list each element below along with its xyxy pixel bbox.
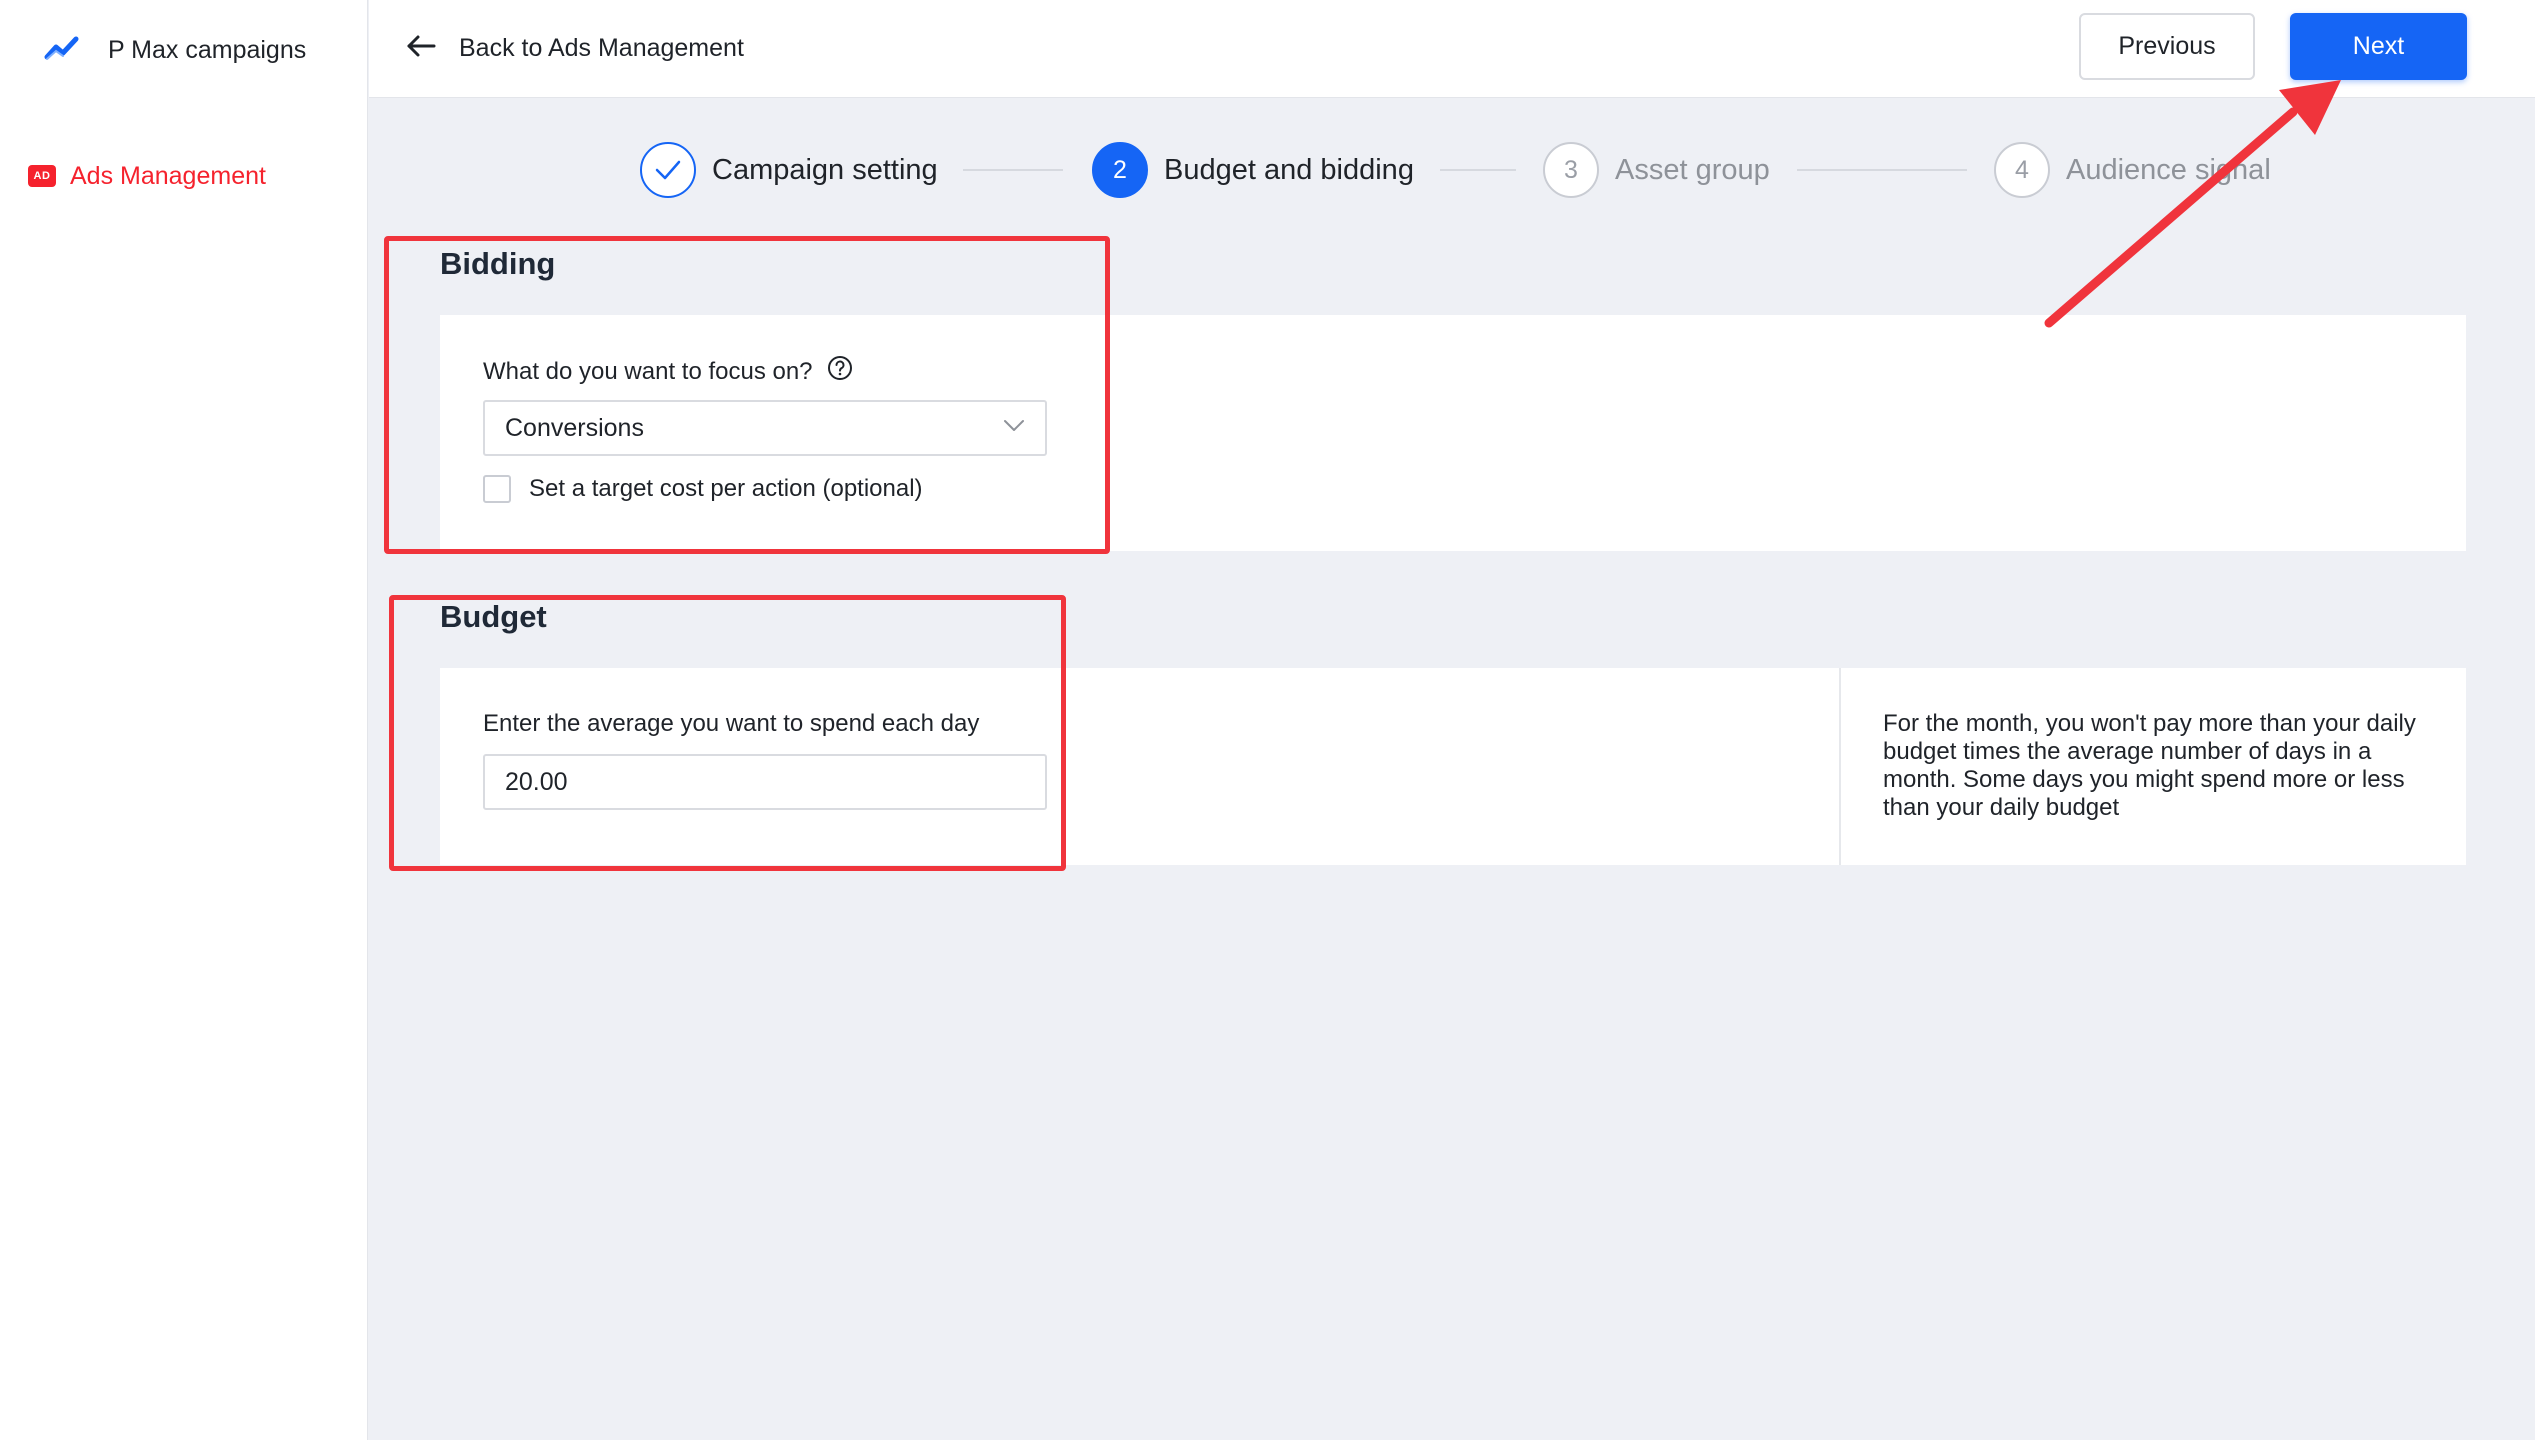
step-number: 4: [1994, 142, 2050, 198]
budget-section-title: Budget: [440, 599, 547, 634]
bidding-section-title: Bidding: [440, 246, 556, 281]
target-cpa-checkbox[interactable]: [483, 475, 511, 503]
step-connector: [963, 169, 1063, 171]
sidebar: P Max campaigns AD Ads Management: [0, 0, 368, 1440]
focus-select-value: Conversions: [505, 413, 644, 442]
step-asset-group[interactable]: 3 Asset group: [1543, 140, 1770, 200]
step-audience-signal[interactable]: 4 Audience signal: [1994, 140, 2271, 200]
target-cpa-label: Set a target cost per action (optional): [529, 475, 923, 502]
back-link-label: Back to Ads Management: [459, 33, 744, 62]
brand: P Max campaigns: [44, 30, 306, 70]
daily-budget-input[interactable]: [483, 754, 1047, 810]
chevron-down-icon: [1003, 419, 1025, 438]
focus-select[interactable]: Conversions: [483, 400, 1047, 456]
trend-chart-icon: [44, 34, 80, 67]
card-divider: [1839, 668, 1841, 865]
target-cpa-checkbox-row[interactable]: Set a target cost per action (optional): [483, 475, 923, 503]
next-button[interactable]: Next: [2290, 13, 2467, 80]
focus-label-text: What do you want to focus on?: [483, 357, 813, 385]
daily-budget-label: Enter the average you want to spend each…: [483, 710, 979, 738]
bidding-card: What do you want to focus on? Conversion…: [440, 315, 2466, 551]
arrow-left-icon: [405, 32, 437, 65]
stepper: Campaign setting 2 Budget and bidding 3 …: [0, 140, 2535, 200]
step-label: Audience signal: [2066, 153, 2271, 186]
question-circle-icon[interactable]: [827, 355, 853, 388]
previous-button[interactable]: Previous: [2079, 13, 2255, 80]
step-number: 3: [1543, 142, 1599, 198]
check-icon: [640, 142, 696, 198]
budget-card: Enter the average you want to spend each…: [440, 668, 2466, 865]
step-connector: [1440, 169, 1516, 171]
brand-title: P Max campaigns: [108, 35, 307, 64]
step-label: Campaign setting: [712, 153, 938, 186]
top-bar: Back to Ads Management Previous Next: [369, 0, 2535, 98]
step-number: 2: [1092, 142, 1148, 198]
focus-field-label: What do you want to focus on?: [483, 355, 853, 388]
back-to-ads-management-link[interactable]: Back to Ads Management: [405, 28, 744, 68]
budget-info-note: For the month, you won't pay more than y…: [1883, 710, 2416, 821]
step-connector: [1797, 169, 1967, 171]
step-label: Budget and bidding: [1164, 153, 1414, 186]
step-label: Asset group: [1615, 153, 1770, 186]
step-budget-and-bidding[interactable]: 2 Budget and bidding: [1092, 140, 1414, 200]
step-campaign-setting[interactable]: Campaign setting: [640, 140, 938, 200]
daily-budget-label-text: Enter the average you want to spend each…: [483, 710, 980, 737]
